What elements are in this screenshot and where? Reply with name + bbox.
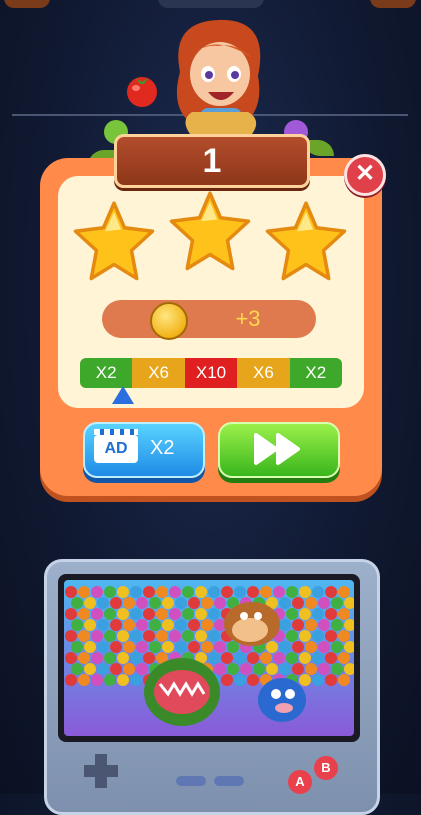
multiplier-segment: X6: [237, 358, 290, 388]
ad-button-label: X2: [150, 437, 175, 459]
multiplier-segment: X6: [132, 358, 185, 388]
coin-icon: [150, 302, 188, 340]
ad-clapper-icon: AD: [94, 429, 138, 463]
level-number: 1: [202, 142, 222, 180]
multiplier-segment: X2: [289, 358, 342, 388]
character-girl-illustration: [176, 19, 261, 138]
star-1-icon: [73, 201, 155, 281]
multiplier-segment: X10: [184, 358, 238, 388]
b-button[interactable]: B: [314, 756, 338, 780]
top-center-bar: [158, 0, 264, 8]
a-button-label: A: [295, 774, 305, 789]
level-number-plaque: 1: [114, 134, 310, 188]
star-3-icon: [265, 201, 347, 281]
dpad-icon: [84, 754, 118, 788]
star-2-icon: [169, 191, 251, 271]
multiplier-bar: X2 X6 X10 X6 X2: [80, 358, 342, 388]
fast-forward-icon: [254, 433, 300, 465]
top-right-button[interactable]: [370, 0, 416, 8]
close-button[interactable]: ✕: [344, 154, 386, 196]
reward-bar: [102, 300, 316, 338]
reward-amount: +3: [235, 306, 261, 331]
a-button[interactable]: A: [288, 770, 312, 794]
close-icon: ✕: [354, 160, 376, 187]
top-left-button[interactable]: [4, 0, 50, 8]
ad-icon-label: AD: [104, 440, 128, 457]
select-button[interactable]: [176, 776, 206, 786]
multiplier-segment: X2: [80, 358, 133, 388]
start-button[interactable]: [214, 776, 244, 786]
tomato-icon: [127, 77, 157, 107]
multiplier-pointer-icon: [112, 386, 134, 404]
bubble-game-preview-image: [64, 580, 354, 736]
b-button-label: B: [321, 760, 331, 775]
